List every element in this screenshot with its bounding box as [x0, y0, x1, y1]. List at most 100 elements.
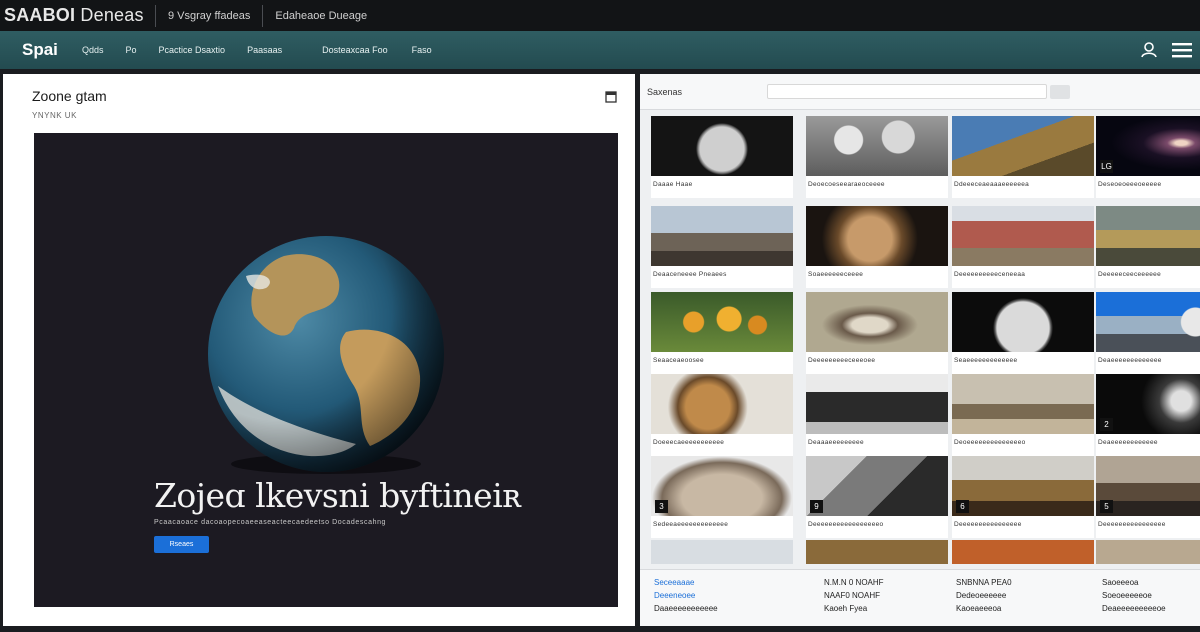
tile-thumbnail[interactable] [952, 292, 1094, 352]
tile-caption: Seaeeeeeeeeeeeee [954, 357, 1018, 364]
tile-thumbnail[interactable] [651, 206, 793, 266]
gallery-tile[interactable]: Soaeeeeeeceeee [806, 206, 948, 288]
topbar-item-1[interactable]: 9 Vsgray ffadeas [156, 10, 262, 22]
tile-thumbnail[interactable] [651, 374, 793, 434]
gallery-tile[interactable]: LG Deseoeoeeeoeeeee [1096, 116, 1200, 198]
tile-thumbnail[interactable] [1096, 206, 1200, 266]
footer-col-1: Seceeaaae Deeeneoee Daaeeeeeeeeeee [654, 576, 718, 615]
tile-caption: Deseoeoeeeoeeeee [1098, 181, 1162, 188]
tile-caption: Deoecoeseearaeoceeee [808, 181, 885, 188]
footer-text: Saoeeeoa [1102, 578, 1139, 587]
footer-text: Kaoeh Fyea [824, 604, 868, 613]
tile-caption: Deaeeeeeeeeeeeee [1098, 357, 1162, 364]
nav-logo[interactable]: Spai [0, 40, 82, 60]
gallery-header: Saxenas [640, 74, 1200, 110]
nav-item-4[interactable]: Paasaas [247, 45, 282, 55]
gallery-tile[interactable]: Seaaceaeoosee [651, 292, 793, 374]
nav-item-6[interactable]: Faso [412, 45, 432, 55]
tile-thumbnail[interactable] [806, 206, 948, 266]
gallery-panel: Saxenas Daaae Haae Deoecoeseearaeoceeee Dd… [640, 74, 1200, 626]
gallery-tile[interactable]: Deaaaeeeeeeeee [806, 374, 948, 456]
gallery-tile[interactable]: Doeeecaeeeeeeeeeee [651, 374, 793, 456]
tile-badge: 2 [1100, 418, 1113, 431]
gallery-tile[interactable]: 2 Deaeeeeeeeeeeee [1096, 374, 1200, 456]
tile-thumbnail[interactable] [952, 374, 1094, 434]
tile-caption: Deaaceneeee Pneaees [653, 271, 727, 278]
gallery-tile[interactable]: Ddeeeceaeaaaeeeeeea [952, 116, 1094, 198]
main-nav: Spai Qdds Po Pcactice Dsaxtio Paasaas Do… [0, 31, 1200, 69]
tile-caption: Soaeeeeeeceeee [808, 271, 864, 278]
tile-thumbnail[interactable] [651, 116, 793, 176]
topbar-item-2[interactable]: Edaheaoe Dueage [263, 10, 379, 22]
gallery-tile[interactable]: 9 Deeeeeeeeeeeeeeeeeo [806, 456, 948, 538]
tile-thumbnail[interactable] [952, 206, 1094, 266]
tile-caption: Deeeeeeeeeeeeeeee [1098, 521, 1166, 528]
tile-caption: Deaaaeeeeeeeee [808, 439, 864, 446]
tile-badge: LG [1100, 160, 1113, 173]
gallery-tile[interactable]: 5 Deeeeeeeeeeeeeeee [1096, 456, 1200, 538]
gallery-tile[interactable]: 3 Sedeeaeeeeeeeeeeeee [651, 456, 793, 538]
tile-badge: 9 [810, 500, 823, 513]
brand-rest: Deneas [75, 5, 144, 25]
app-brand[interactable]: SAABOI Deneas [0, 5, 155, 26]
gallery-tile[interactable]: 6 Deeeeeeeeeeeeeeee [952, 456, 1094, 538]
footer-text: Deaeeeeeeeeeoe [1102, 604, 1166, 613]
gallery-tile[interactable]: Deeeeeeeeeeceneeaa [952, 206, 1094, 288]
tile-thumbnail[interactable] [952, 116, 1094, 176]
tile-caption: Seaaceaeoosee [653, 357, 704, 364]
user-icon[interactable] [1140, 40, 1158, 58]
gallery-tile[interactable]: Seaeeeeeeeeeeeee [952, 292, 1094, 374]
tile-caption: Sedeeaeeeeeeeeeeeee [653, 521, 729, 528]
gallery-tile[interactable]: Deaeeeeeeeeeeeee [1096, 292, 1200, 374]
gallery-tile[interactable]: Deoecoeseearaeoceeee [806, 116, 948, 198]
tile-caption: Deoeeeeeeeeeeeeeeo [954, 439, 1026, 446]
gallery-tile[interactable]: Deeeeeceeceeeeee [1096, 206, 1200, 288]
tile-thumbnail[interactable] [806, 292, 948, 352]
gallery-tile-partial[interactable] [952, 540, 1094, 564]
tile-thumbnail[interactable] [651, 456, 793, 516]
earth-icon [208, 236, 444, 474]
gallery-tile-partial[interactable] [1096, 540, 1200, 564]
nav-item-5[interactable]: Dosteaxcaa Foo [322, 45, 388, 55]
tile-caption: Deeeeeeeeeeeeeeee [954, 521, 1022, 528]
gallery-tile-partial[interactable] [806, 540, 948, 564]
footer-text[interactable]: Seceeaaae [654, 576, 718, 589]
tile-thumbnail[interactable] [1096, 292, 1200, 352]
tile-caption: Daaae Haae [653, 181, 693, 188]
tile-thumbnail[interactable] [806, 374, 948, 434]
gallery-tile[interactable]: Deoeeeeeeeeeeeeeeo [952, 374, 1094, 456]
gallery-tile-partial[interactable] [651, 540, 793, 564]
expand-icon[interactable] [605, 91, 617, 103]
search-input[interactable] [767, 84, 1047, 99]
top-bar: SAABOI Deneas 9 Vsgray ffadeas Edaheaoe … [0, 0, 1200, 31]
gallery-tile[interactable]: Daaae Haae [651, 116, 793, 198]
tile-badge: 5 [1100, 500, 1113, 513]
footer-text: Kaoeaeeeoa [956, 604, 1002, 613]
nav-item-3[interactable]: Pcactice Dsaxtio [159, 45, 226, 55]
tile-caption: Deeeeeceeceeeeee [1098, 271, 1161, 278]
tile-thumbnail[interactable] [651, 292, 793, 352]
tile-thumbnail[interactable] [806, 116, 948, 176]
tile-badge: 6 [956, 500, 969, 513]
card-title: Zoone gtam [32, 88, 107, 104]
footer-col-2: N.M.N 0 NOAHF NAAF0 NOAHF Kaoeh Fyea [824, 576, 884, 615]
footer-text: N.M.N 0 NOAHF [824, 578, 884, 587]
filter-button[interactable] [1050, 85, 1070, 99]
hero-banner[interactable]: Zojeɑ lkevsni byftineiʀ Pcaacaoace dacoa… [34, 133, 618, 607]
footer-text: Dedeoeeeeee [956, 591, 1007, 600]
menu-icon[interactable] [1170, 41, 1194, 59]
tile-caption: Deaeeeeeeeeeeee [1098, 439, 1158, 446]
tile-caption: Deeeeeeeeeeeeeeeeeo [808, 521, 884, 528]
gallery-tile[interactable]: Deaaceneeee Pneaees [651, 206, 793, 288]
nav-item-2[interactable]: Po [126, 45, 137, 55]
hero-description: Pcaacaoace dacoaopecoaeeaseacteecaedeets… [154, 519, 387, 526]
gallery-tile[interactable]: Deeeeeeeeeceeeoee [806, 292, 948, 374]
featured-card: Zoone gtam YNYNK UK Zojeɑ lkevsni byftin… [3, 74, 635, 626]
footer-text: NAAF0 NOAHF [824, 591, 881, 600]
tile-thumbnail[interactable] [806, 456, 948, 516]
footer-text: Soeoeeeeeoe [1102, 591, 1152, 600]
hero-button[interactable]: Rseaes [154, 536, 209, 553]
tile-thumbnail[interactable] [952, 456, 1094, 516]
nav-item-1[interactable]: Qdds [82, 45, 104, 55]
footer-text[interactable]: Deeeneoee [654, 589, 718, 602]
